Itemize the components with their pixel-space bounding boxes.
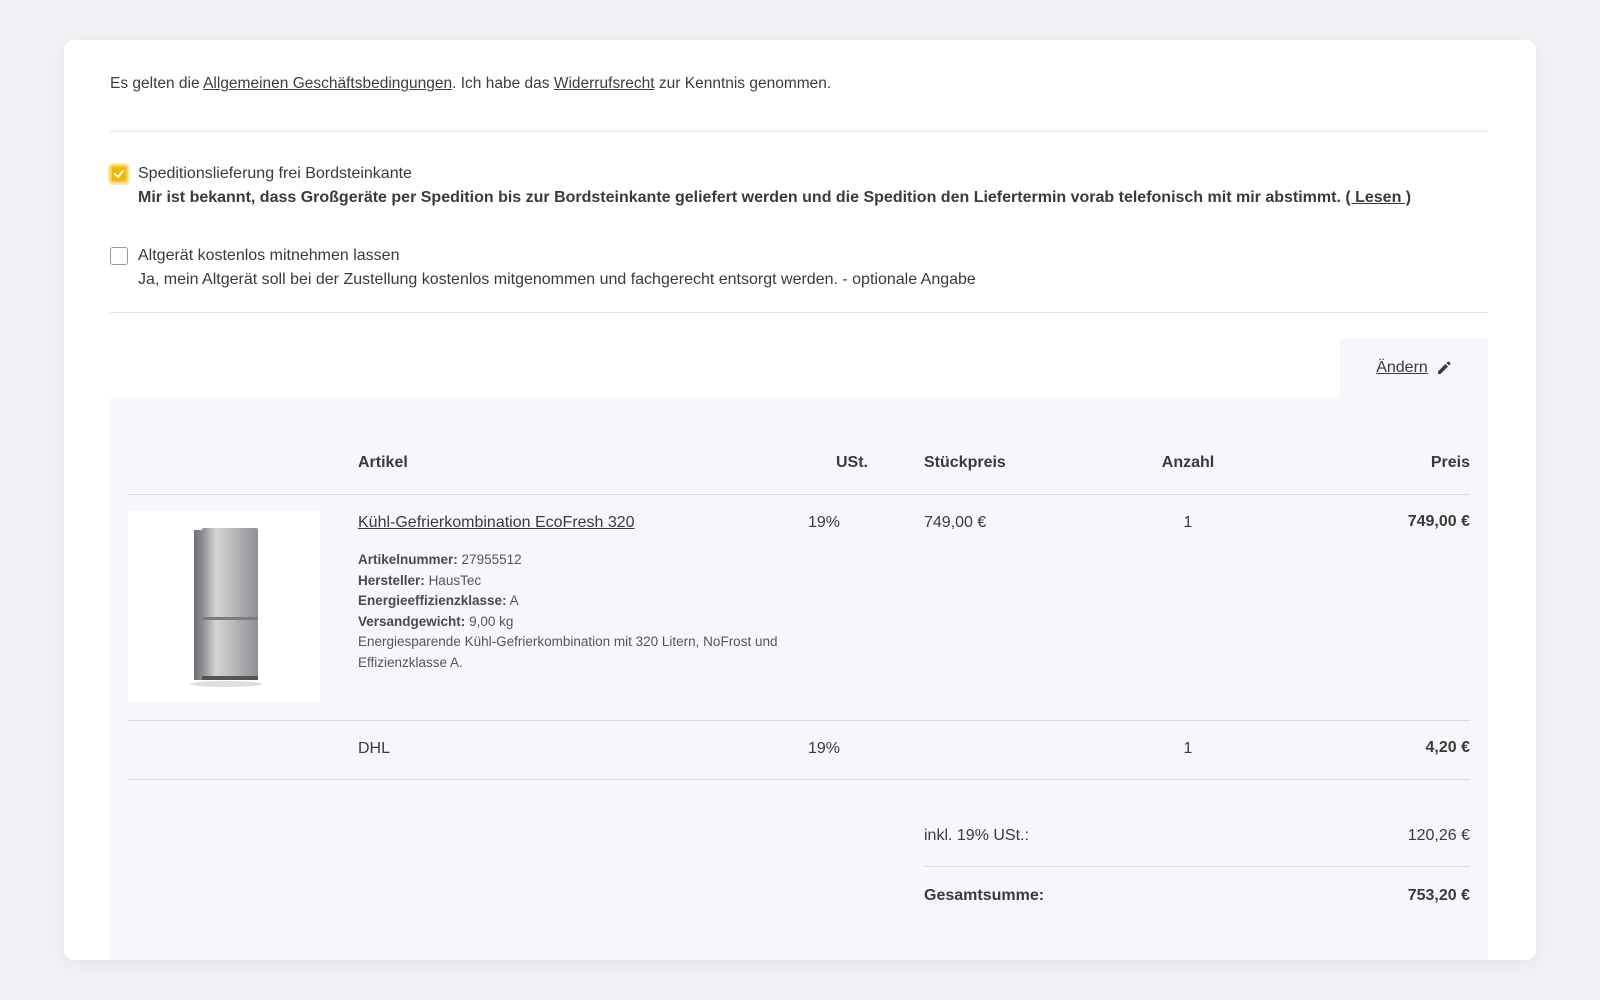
product-quantity: 1 [1183,514,1193,531]
spedition-checkbox[interactable] [110,165,128,183]
energy-label: Energieeffizienzklasse: [358,593,507,608]
spedition-text: Speditionslieferung frei Bordsteinkante … [138,163,1411,211]
terms-prefix: Es gelten die [110,75,204,92]
product-unit-price: 749,00 € [924,514,987,531]
divider-bottom [110,312,1488,313]
terms-notice: Es gelten die Allgemeinen Geschäftsbedin… [110,74,831,94]
totals-divider [924,866,1470,867]
order-table: Artikel USt. Stückpreis Anzahl Preis Küh… [128,398,1470,960]
spedition-description: Mir ist bekannt, dass Großgeräte per Spe… [138,185,1411,211]
product-divider [128,720,1470,721]
altgeraet-checkbox[interactable] [110,247,128,265]
manufacturer-label: Hersteller: [358,572,425,588]
grand-total-value: 753,20 € [1407,887,1470,904]
vat-total-value: 120,26 € [1407,827,1470,844]
weight: 9,00 kg [469,613,514,629]
product-details: Artikelnummer: 27955512 Hersteller: Haus… [358,550,788,673]
grand-total-label: Gesamtsumme: [924,887,1045,904]
manufacturer-row: Hersteller: HausTec [358,571,788,592]
pencil-icon[interactable] [1436,360,1452,376]
check-icon [114,170,124,178]
terms-middle: . Ich habe das [452,75,554,92]
shipping-divider [128,779,1470,780]
weight-label: Versandgewicht: [358,613,466,629]
header-quantity: Anzahl [1161,454,1215,471]
header-unit-price: Stückpreis [924,454,1006,471]
energy-class: A [509,593,519,608]
energy-row: Energieeffizienzklasse: A [358,591,788,612]
altgeraet-title: Altgerät kostenlos mitnehmen lassen [138,247,400,264]
edit-tab: Ändern [1340,338,1488,398]
article-number-row: Artikelnummer: 27955512 [358,550,788,571]
manufacturer: HausTec [428,572,482,588]
shipping-price: 4,20 € [1425,739,1470,756]
product-description: Energiesparende Kühl-Gefrierkombination … [358,634,778,670]
spedition-title: Speditionslieferung frei Bordsteinkante [138,165,412,182]
product-image[interactable] [128,511,320,703]
widerruf-link[interactable]: Widerrufsrecht [554,75,655,92]
fridge-image [190,528,262,687]
header-article: Artikel [358,454,408,471]
article-number-label: Artikelnummer: [358,552,458,567]
edit-link[interactable]: Ändern [1376,359,1428,377]
shipping-quantity: 1 [1183,740,1193,757]
product-vat: 19% [808,514,841,531]
spedition-read-link[interactable]: ( Lesen ) [1345,189,1411,206]
header-price: Preis [1430,454,1470,471]
weight-row: Versandgewicht: 9,00 kg [358,612,788,633]
header-vat: USt. [836,454,868,471]
article-number: 27955512 [461,552,522,567]
header-divider [128,494,1470,495]
order-summary-panel: Artikel USt. Stückpreis Anzahl Preis Küh… [110,398,1488,960]
terms-suffix: zur Kenntnis genommen. [654,75,832,92]
altgeraet-text: Altgerät kostenlos mitnehmen lassen Ja, … [138,245,976,293]
vat-total-label: inkl. 19% USt.: [924,827,1029,844]
spedition-description-text: Mir ist bekannt, dass Großgeräte per Spe… [138,189,1346,206]
divider-top [110,131,1488,132]
checkout-card: Es gelten die Allgemeinen Geschäftsbedin… [64,40,1536,960]
altgeraet-description: Ja, mein Altgerät soll bei der Zustellun… [138,271,976,288]
shipping-name: DHL [358,740,391,757]
product-name-cell: Kühl-Gefrierkombination EcoFresh 320 [358,514,635,532]
product-price: 749,00 € [1407,513,1470,530]
shipping-vat: 19% [808,740,841,757]
agb-link[interactable]: Allgemeinen Geschäftsbedingungen [203,75,452,92]
product-link[interactable]: Kühl-Gefrierkombination EcoFresh 320 [358,514,635,531]
